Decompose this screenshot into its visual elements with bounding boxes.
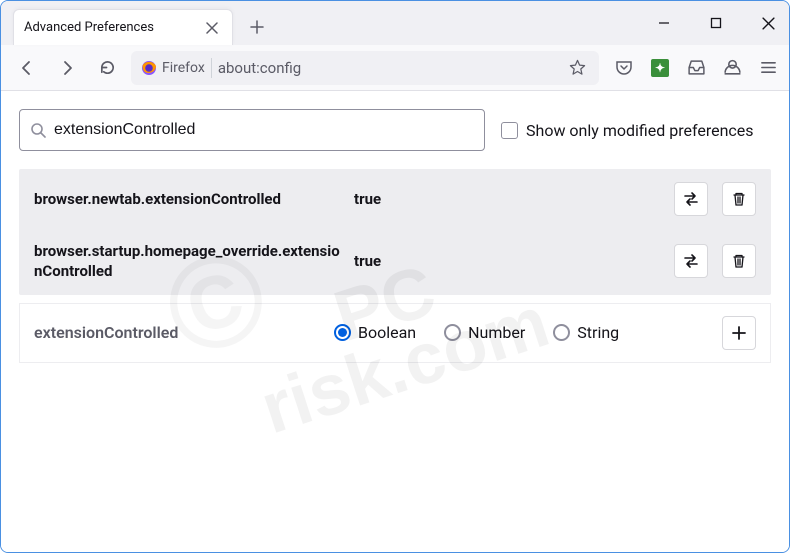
toolbar-right: ✦ [607, 57, 779, 79]
modified-only-label: Show only modified preferences [526, 121, 754, 140]
page-content: Show only modified preferences browser.n… [1, 91, 789, 552]
radio-label: Number [468, 323, 525, 342]
preference-actions [674, 182, 756, 216]
search-input[interactable] [54, 121, 474, 139]
preference-actions [674, 244, 756, 278]
back-button[interactable] [11, 52, 43, 84]
preference-name: browser.newtab.extensionControlled [34, 189, 344, 209]
radio-label: Boolean [358, 323, 416, 342]
window-controls [649, 9, 783, 37]
forward-button[interactable] [51, 52, 83, 84]
toggle-button[interactable] [674, 244, 708, 278]
radio-icon [444, 324, 461, 341]
identity-label: Firefox [162, 60, 205, 76]
pocket-icon[interactable] [613, 57, 635, 79]
radio-number[interactable]: Number [444, 323, 525, 342]
preference-row[interactable]: browser.newtab.extensionControlled true [20, 170, 770, 229]
titlebar: Advanced Preferences [1, 1, 789, 45]
search-icon [30, 122, 46, 138]
toolbar: Firefox about:config ✦ [1, 45, 789, 91]
minimize-button[interactable] [649, 9, 679, 37]
radio-label: String [577, 323, 619, 342]
browser-window: Advanced Preferences Firefox about:confi… [0, 0, 790, 553]
radio-icon [334, 324, 351, 341]
add-button[interactable] [722, 316, 756, 350]
preference-value: true [354, 190, 664, 208]
preference-row[interactable]: browser.startup.homepage_override.extens… [20, 229, 770, 294]
preference-name: browser.startup.homepage_override.extens… [34, 241, 344, 282]
add-preference-row: extensionControlled Boolean Number Strin… [19, 303, 771, 363]
close-tab-button[interactable] [202, 18, 222, 38]
checkbox-icon [501, 122, 518, 139]
firefox-icon [140, 59, 158, 77]
new-tab-button[interactable] [241, 11, 273, 43]
inbox-icon[interactable] [685, 57, 707, 79]
url-text: about:config [218, 59, 559, 77]
reload-button[interactable] [91, 52, 123, 84]
account-icon[interactable] [721, 57, 743, 79]
search-row: Show only modified preferences [19, 109, 771, 151]
maximize-button[interactable] [701, 9, 731, 37]
firefox-identity: Firefox [140, 59, 205, 77]
address-bar[interactable]: Firefox about:config [131, 51, 599, 85]
type-radio-group: Boolean Number String [334, 323, 712, 342]
add-preference-name: extensionControlled [34, 323, 324, 342]
tab-title: Advanced Preferences [24, 20, 202, 35]
radio-string[interactable]: String [553, 323, 619, 342]
menu-button[interactable] [757, 57, 779, 79]
close-window-button[interactable] [753, 9, 783, 37]
delete-button[interactable] [722, 244, 756, 278]
bookmark-star-icon[interactable] [565, 55, 590, 80]
separator [211, 58, 212, 78]
preference-list: browser.newtab.extensionControlled true … [19, 169, 771, 295]
radio-boolean[interactable]: Boolean [334, 323, 416, 342]
search-box[interactable] [19, 109, 485, 151]
extension-icon[interactable]: ✦ [649, 57, 671, 79]
preference-value: true [354, 252, 664, 270]
delete-button[interactable] [722, 182, 756, 216]
radio-icon [553, 324, 570, 341]
browser-tab[interactable]: Advanced Preferences [13, 9, 233, 45]
toggle-button[interactable] [674, 182, 708, 216]
modified-only-checkbox[interactable]: Show only modified preferences [501, 121, 754, 140]
